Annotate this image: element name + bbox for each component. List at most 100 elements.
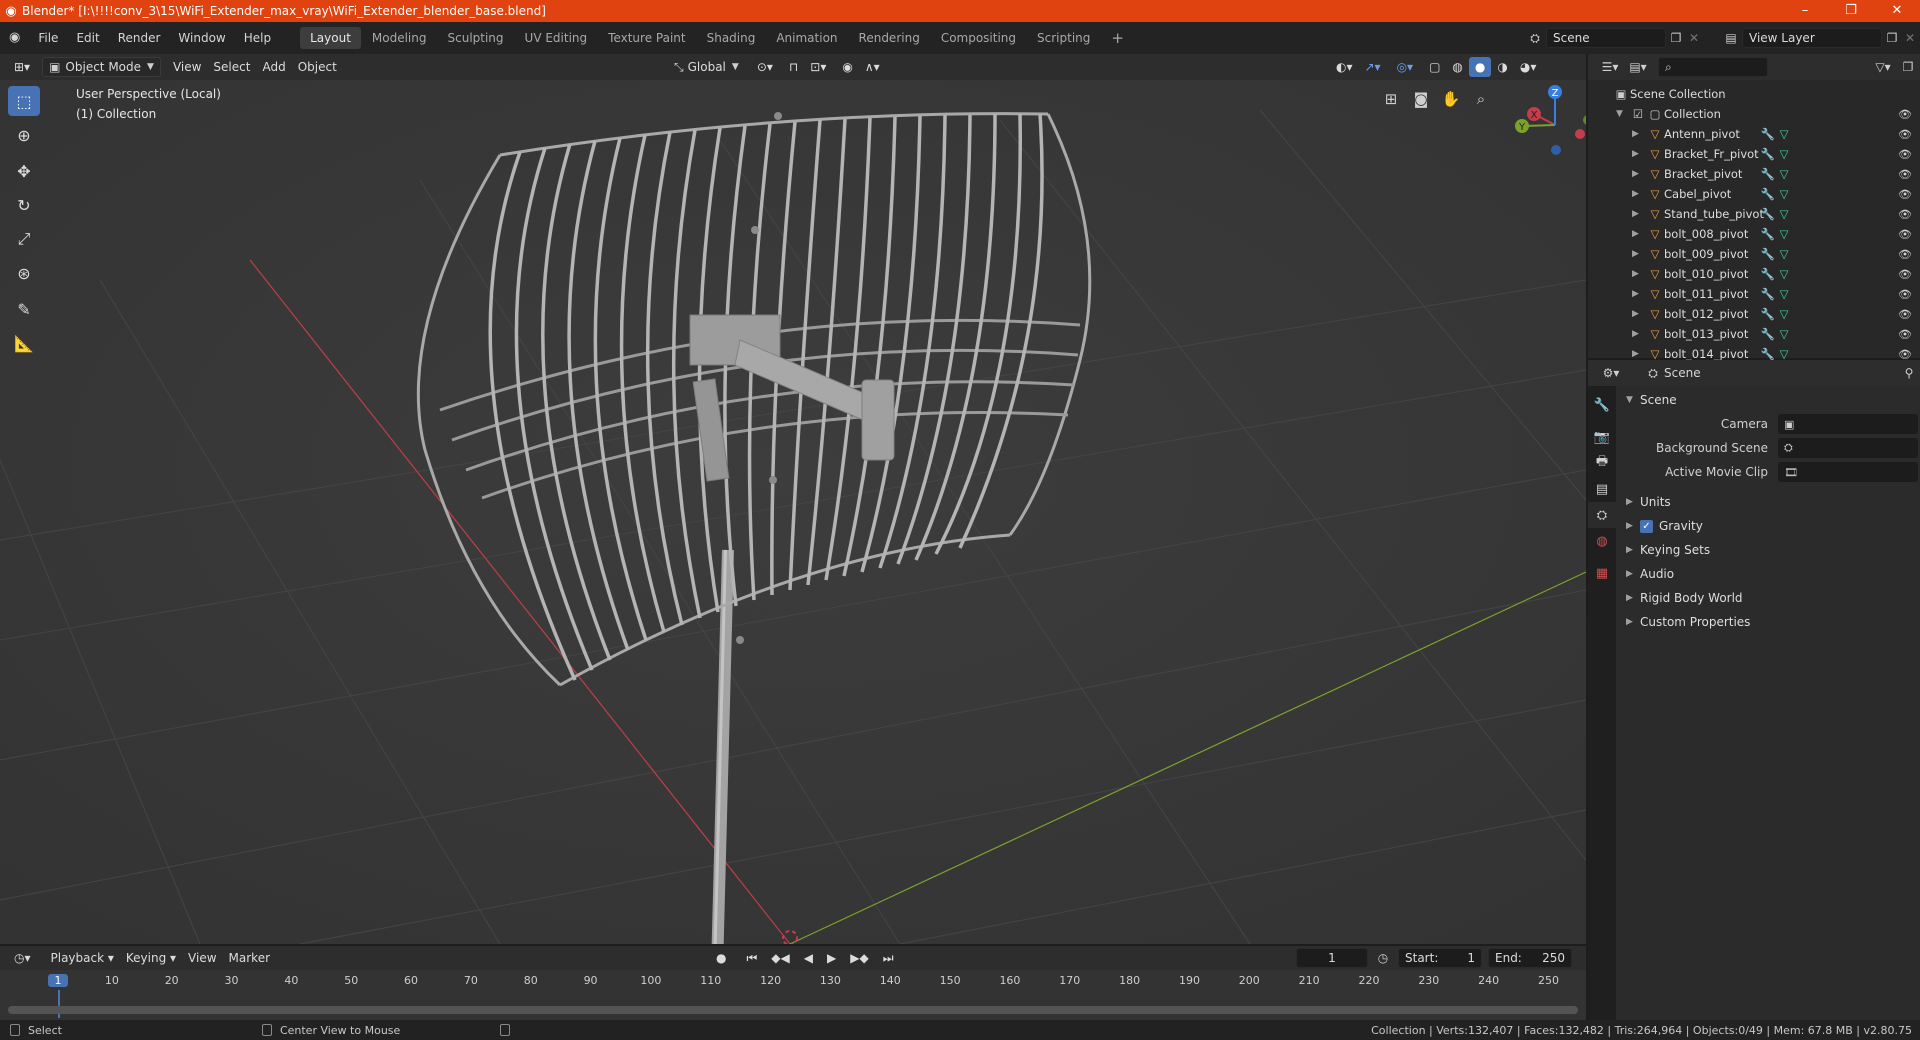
outliner-item[interactable]: ▶ ▽ Antenn_pivot 🔧 ▽ 👁 — [1588, 124, 1920, 144]
play-reverse-icon[interactable]: ◀ — [798, 948, 819, 968]
view-layer-tab-icon[interactable]: ▤ — [1588, 476, 1616, 502]
outliner-item[interactable]: ▶ ▽ Bracket_Fr_pivot 🔧 ▽ 👁 — [1588, 144, 1920, 164]
output-tab-icon[interactable]: 🖶 — [1588, 450, 1616, 476]
expand-triangle-icon[interactable]: ▶ — [1632, 289, 1646, 299]
menu-window[interactable]: Window — [169, 22, 234, 54]
timeline-scrollbar[interactable] — [8, 1006, 1578, 1014]
menu-marker[interactable]: Marker — [223, 948, 276, 968]
expand-triangle-icon[interactable]: ▶ — [1632, 129, 1646, 139]
rotate-tool-icon[interactable]: ↻ — [8, 190, 40, 220]
eye-icon[interactable]: 👁 — [1898, 308, 1912, 321]
outliner-item[interactable]: ▶ ▽ bolt_008_pivot 🔧 ▽ 👁 — [1588, 224, 1920, 244]
expand-triangle-icon[interactable]: ▶ — [1632, 189, 1646, 199]
outliner-item[interactable]: ▶ ▽ bolt_011_pivot 🔧 ▽ 👁 — [1588, 284, 1920, 304]
panel-custom-properties[interactable]: ▶ Custom Properties — [1616, 610, 1920, 634]
move-tool-icon[interactable]: ✥ — [8, 156, 40, 186]
clock-icon[interactable]: ◷ — [1374, 951, 1392, 965]
frame-ruler[interactable]: 1 10 20 30 40 50 60 70 80 90 100 110 120 130 140 150 160… — [0, 970, 1586, 1018]
tab-layout[interactable]: Layout — [300, 27, 361, 49]
3d-viewport[interactable]: X Y Z ⊞ ◙ ✋ ⌕ — [0, 80, 1586, 944]
next-keyframe-icon[interactable]: ▶◆ — [844, 948, 874, 968]
gravity-checkbox[interactable]: ✓ — [1640, 519, 1653, 533]
camera-view-icon[interactable]: ◙ — [1410, 88, 1432, 110]
annotate-tool-icon[interactable]: ✎ — [8, 294, 40, 324]
menu-render[interactable]: Render — [109, 22, 170, 54]
outliner-item[interactable]: ▶ ▽ bolt_010_pivot 🔧 ▽ 👁 — [1588, 264, 1920, 284]
tool-tab-icon[interactable]: 🔧 — [1588, 392, 1616, 418]
outliner-editor-icon[interactable]: ☰▾ — [1596, 60, 1624, 74]
scale-tool-icon[interactable]: ⤢ — [8, 224, 40, 254]
falloff-icon[interactable]: ∧▾ — [859, 57, 886, 77]
eye-icon[interactable]: 👁 — [1898, 268, 1912, 281]
modifier-wrench-icon[interactable]: 🔧 — [1760, 187, 1776, 201]
property-field[interactable]: ▣ — [1778, 414, 1918, 434]
panel-units[interactable]: ▶ Units — [1616, 490, 1920, 514]
menu-select[interactable]: Select — [207, 57, 256, 77]
jump-start-icon[interactable]: ⏮ — [740, 948, 763, 968]
scene-icon[interactable]: ⛭ — [1524, 31, 1546, 46]
eye-icon[interactable]: 👁 — [1898, 328, 1912, 341]
tab-compositing[interactable]: Compositing — [931, 27, 1026, 49]
expand-triangle-icon[interactable]: ▶ — [1632, 229, 1646, 239]
transform-tool-icon[interactable]: ⊛ — [8, 258, 40, 288]
menu-help[interactable]: Help — [235, 22, 280, 54]
neg-y-axis-handle[interactable] — [1583, 115, 1586, 125]
expand-triangle-icon[interactable]: ▼ — [1616, 109, 1630, 119]
menu-add[interactable]: Add — [256, 57, 291, 77]
scene-section-header[interactable]: ▼ Scene — [1616, 388, 1920, 412]
eye-icon[interactable]: 👁 — [1898, 148, 1912, 161]
modifier-wrench-icon[interactable]: 🔧 — [1760, 267, 1776, 281]
timeline-editor-icon[interactable]: ◷▾ — [8, 948, 37, 968]
current-frame-field[interactable]: 1 — [1296, 948, 1368, 968]
gizmo-toggle-icon[interactable]: ↗▾ — [1359, 57, 1387, 77]
view-layer-icon[interactable]: ▤ — [1720, 31, 1742, 45]
xray-toggle-icon[interactable]: ▢ — [1423, 57, 1446, 77]
menu-file[interactable]: File — [29, 22, 67, 54]
eye-icon[interactable]: 👁 — [1898, 188, 1912, 201]
mesh-data-icon[interactable]: ▽ — [1776, 127, 1792, 141]
display-mode-icon[interactable]: ▤▾ — [1624, 60, 1652, 74]
wireframe-shading-icon[interactable]: ◍ — [1446, 57, 1468, 77]
mesh-data-icon[interactable]: ▽ — [1776, 287, 1792, 301]
expand-triangle-icon[interactable]: ▶ — [1632, 329, 1646, 339]
mesh-data-icon[interactable]: ▽ — [1776, 187, 1792, 201]
timeline-body[interactable]: 1 10 20 30 40 50 60 70 80 90 100 110 120 130 140 150 160… — [0, 970, 1586, 1020]
minimize-button[interactable]: – — [1782, 0, 1828, 22]
editor-type-icon[interactable]: ⊞▾ — [8, 57, 36, 77]
tab-modeling[interactable]: Modeling — [362, 27, 437, 49]
outliner-item[interactable]: ▶ ▽ Stand_tube_pivot 🔧 ▽ 👁 — [1588, 204, 1920, 224]
delete-view-layer-icon[interactable]: ✕ — [1902, 31, 1918, 45]
mesh-data-icon[interactable]: ▽ — [1776, 167, 1792, 181]
outliner-item[interactable]: ▶ ▽ bolt_013_pivot 🔧 ▽ 👁 — [1588, 324, 1920, 344]
snap-target-icon[interactable]: ⊡▾ — [804, 57, 832, 77]
navigation-gizmo[interactable]: X Y Z — [1500, 80, 1586, 180]
eye-icon[interactable]: 👁 — [1898, 348, 1912, 361]
eye-icon[interactable]: 👁 — [1898, 168, 1912, 181]
transform-orientation-dropdown[interactable]: ⤡ Global ▼ — [668, 57, 745, 77]
mesh-data-icon[interactable]: ▽ — [1776, 307, 1792, 321]
outliner-item[interactable]: ▶ ▽ Bracket_pivot 🔧 ▽ 👁 — [1588, 164, 1920, 184]
modifier-wrench-icon[interactable]: 🔧 — [1760, 227, 1776, 241]
menu-object[interactable]: Object — [292, 57, 343, 77]
modifier-wrench-icon[interactable]: 🔧 — [1760, 147, 1776, 161]
expand-triangle-icon[interactable]: ▶ — [1632, 269, 1646, 279]
menu-keying[interactable]: Keying ▾ — [120, 948, 182, 968]
filter-icon[interactable]: ▽▾ — [1870, 60, 1896, 74]
modifier-wrench-icon[interactable]: 🔧 — [1760, 127, 1776, 141]
record-icon[interactable]: ● — [710, 948, 732, 968]
expand-triangle-icon[interactable]: ▶ — [1632, 249, 1646, 259]
tab-scripting[interactable]: Scripting — [1027, 27, 1100, 49]
zoom-icon[interactable]: ⌕ — [1470, 88, 1492, 110]
eye-icon[interactable]: 👁 — [1898, 228, 1912, 241]
new-collection-icon[interactable]: ❐ — [1896, 60, 1920, 74]
start-frame-field[interactable]: Start: 1 — [1398, 948, 1482, 968]
panel-audio[interactable]: ▶ Audio — [1616, 562, 1920, 586]
tab-sculpting[interactable]: Sculpting — [438, 27, 514, 49]
properties-editor-icon[interactable]: ⚙▾ — [1596, 366, 1626, 380]
texture-tab-icon[interactable]: ▦ — [1588, 560, 1616, 586]
outliner-item[interactable]: ▶ ▽ bolt_012_pivot 🔧 ▽ 👁 — [1588, 304, 1920, 324]
neg-x-axis-handle[interactable] — [1575, 129, 1585, 139]
collection-row[interactable]: ▼ ☑ ▢ Collection 👁 — [1588, 104, 1920, 124]
menu-playback[interactable]: Playback ▾ — [45, 948, 120, 968]
expand-triangle-icon[interactable]: ▶ — [1632, 309, 1646, 319]
